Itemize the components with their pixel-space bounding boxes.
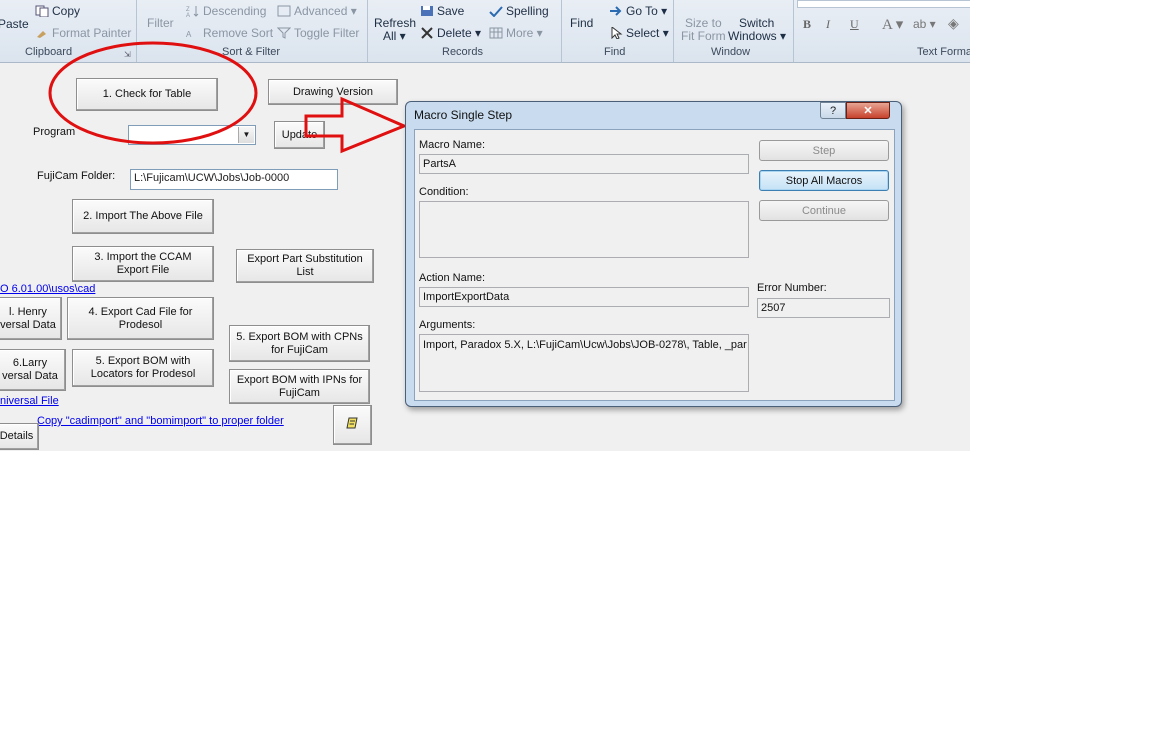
font-color-icon[interactable]: A ▾ <box>882 15 903 34</box>
export-bom-cpns-button[interactable]: 5. Export BOM with CPNs for FujiCam <box>229 325 370 362</box>
spelling-button[interactable]: Spelling <box>489 4 549 18</box>
save-label: Save <box>437 4 465 18</box>
windows-label: Windows ▾ <box>728 29 787 43</box>
import-above-file-button[interactable]: 2. Import The Above File <box>72 199 214 234</box>
close-button[interactable]: ✕ <box>846 102 890 119</box>
dialog-client: Macro Name: PartsA Condition: Action Nam… <box>414 129 895 401</box>
grid-icon <box>489 27 503 39</box>
macro-name-field[interactable]: PartsA <box>419 154 749 174</box>
dialog-title: Macro Single Step <box>414 108 513 122</box>
delete-icon <box>420 27 434 39</box>
text-format-group-label: Text Forma <box>917 46 970 58</box>
action-name-label: Action Name: <box>419 272 486 284</box>
cursor-icon <box>609 25 623 40</box>
go-to-button[interactable]: Go To ▾ <box>609 4 667 18</box>
scroll-icon <box>345 416 360 434</box>
error-number-field[interactable]: 2507 <box>757 298 890 318</box>
find-button[interactable]: Find <box>570 16 593 30</box>
delete-record-button[interactable]: Delete ▾ <box>420 26 481 40</box>
copy-files-link[interactable]: Copy "cadimport" and "bomimport" to prop… <box>37 415 284 427</box>
bold-button[interactable]: B <box>803 17 811 32</box>
size-to-fit-button[interactable]: Size to <box>685 16 722 30</box>
export-bom-ipns-button[interactable]: Export BOM with IPNs for FujiCam <box>229 369 370 404</box>
script-icon-button[interactable] <box>333 405 372 445</box>
arrow-right-icon <box>609 5 623 17</box>
go-to-label: Go To <box>626 4 658 18</box>
font-name-box[interactable] <box>797 0 970 8</box>
window-group-label: Window <box>711 46 751 58</box>
macro-single-step-dialog: Macro Single Step ? ✕ Macro Name: PartsA… <box>405 101 902 407</box>
condition-field[interactable] <box>419 201 749 258</box>
arguments-label: Arguments: <box>419 319 476 331</box>
universal-file-link[interactable]: niversal File <box>0 395 59 407</box>
condition-label: Condition: <box>419 186 469 198</box>
select-button[interactable]: Select ▾ <box>609 25 669 40</box>
path-link[interactable]: O 6.01.00\usos\cad <box>0 283 95 295</box>
fit-form-label: Fit Form <box>681 29 726 43</box>
error-number-label: Error Number: <box>757 282 827 294</box>
help-button[interactable]: ? <box>820 102 846 119</box>
help-icon: ? <box>829 105 837 117</box>
annotation-arrow <box>304 96 408 154</box>
details-button[interactable]: Details <box>0 423 39 450</box>
fujicam-folder-label: FujiCam Folder: <box>37 170 116 182</box>
annotation-overlay <box>48 41 408 154</box>
windows-text: Windows <box>728 29 777 43</box>
action-name-field[interactable]: ImportExportData <box>419 287 749 307</box>
larry-universal-data-button[interactable]: 6.Larry versal Data <box>0 349 66 391</box>
find-group-label: Find <box>604 46 626 58</box>
step-button[interactable]: Step <box>759 140 889 161</box>
macro-name-label: Macro Name: <box>419 139 486 151</box>
save-icon <box>420 5 434 17</box>
spelling-icon <box>489 5 503 18</box>
select-label: Select <box>626 26 660 40</box>
spelling-label: Spelling <box>506 4 549 18</box>
arguments-field[interactable]: Import, Paradox 5.X, L:\FujiCam\Ucw\Jobs… <box>419 334 749 392</box>
delete-label: Delete <box>437 26 472 40</box>
fujicam-folder-field[interactable]: L:\Fujicam\UCW\Jobs\Job-0000 <box>130 169 338 190</box>
records-group-label: Records <box>442 46 483 58</box>
more-label: More <box>506 26 534 40</box>
ribbon-separator <box>673 0 674 62</box>
ribbon-separator <box>561 0 562 62</box>
italic-button[interactable]: I <box>826 17 830 32</box>
fill-color-icon[interactable]: ◈ <box>948 15 959 32</box>
henry-universal-data-button[interactable]: l. Henry versal Data <box>0 297 62 340</box>
more-button[interactable]: More ▾ <box>489 26 543 40</box>
continue-button[interactable]: Continue <box>759 200 889 221</box>
export-cad-file-button[interactable]: 4. Export Cad File for Prodesol <box>67 297 214 340</box>
export-part-substitution-button[interactable]: Export Part Substitution List <box>236 249 374 283</box>
export-bom-locators-button[interactable]: 5. Export BOM with Locators for Prodesol <box>72 349 214 387</box>
close-icon: ✕ <box>863 105 873 117</box>
stop-all-macros-button[interactable]: Stop All Macros <box>759 170 889 191</box>
ribbon-separator <box>793 0 794 62</box>
highlight-icon[interactable]: ab ▾ <box>913 17 936 31</box>
import-ccam-button[interactable]: 3. Import the CCAM Export File <box>72 246 214 282</box>
annotation-circle <box>48 41 258 145</box>
switch-windows-button[interactable]: Switch <box>739 16 774 30</box>
save-record-button[interactable]: Save <box>420 4 464 18</box>
underline-button[interactable]: U <box>850 17 859 32</box>
